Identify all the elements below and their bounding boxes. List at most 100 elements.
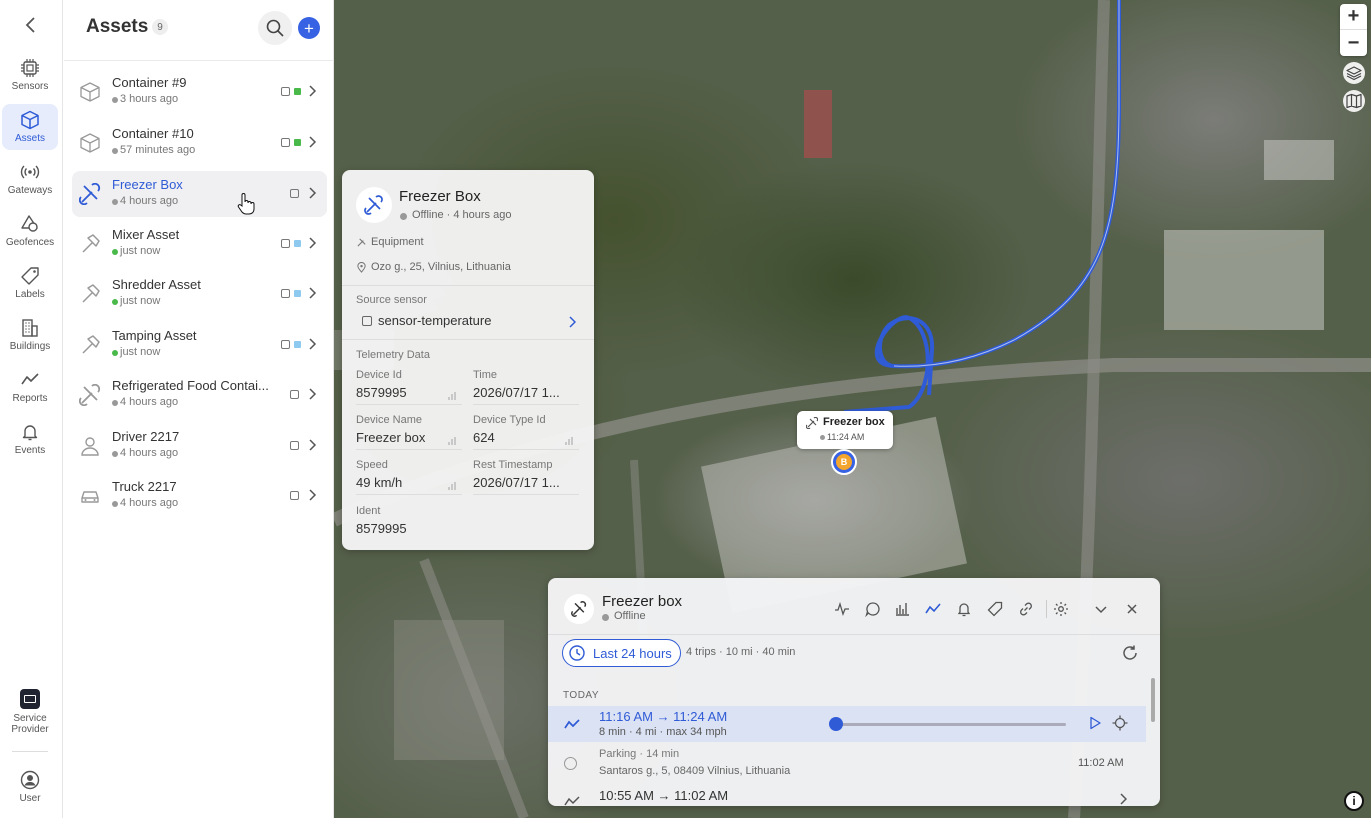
trip-summary: 4 trips · 10 mi · 40 min <box>686 646 796 658</box>
labels-tool-button[interactable] <box>986 600 1004 618</box>
trip-row[interactable]: 10:55 AM → 11:02 AM <box>548 787 1146 806</box>
page-title: Assets <box>86 16 149 37</box>
parking-address: Santaros g., 5, 08409 Vilnius, Lithuania <box>599 765 791 777</box>
source-sensor-name: sensor-temperature <box>378 313 492 328</box>
layers-button[interactable] <box>1343 62 1365 84</box>
asset-detail-popup: Freezer Box Offline · 4 hours ago Equipm… <box>342 170 594 550</box>
zoom-out-button[interactable]: − <box>1340 30 1367 56</box>
close-button[interactable] <box>1123 600 1141 618</box>
asset-name: Truck 2217 <box>112 479 177 494</box>
trip-card: Freezer box Offline Last 24 hours 4 trip… <box>548 578 1160 806</box>
chevron-right-icon <box>309 338 317 350</box>
asset-list-item[interactable]: Truck 2217 4 hours ago <box>72 473 327 519</box>
chip-icon <box>290 491 299 500</box>
nav-label: Sensors <box>11 81 49 92</box>
field-label: Device Id <box>356 369 402 381</box>
card-status: Offline <box>614 610 646 622</box>
asset-list-item[interactable]: Container #9 3 hours ago <box>72 69 327 115</box>
back-chevron-icon[interactable] <box>19 13 43 37</box>
bar-chart-icon[interactable] <box>448 481 458 491</box>
stats-tool-button[interactable] <box>893 600 911 618</box>
parking-row[interactable]: Parking · 14 min Santaros g., 5, 08409 V… <box>548 748 1146 784</box>
nav-gateways[interactable]: Gateways <box>2 156 58 202</box>
nav-assets[interactable]: Assets <box>2 104 58 150</box>
search-button[interactable] <box>258 11 292 45</box>
field-label: Device Type Id <box>473 414 546 426</box>
nav-sensors[interactable]: Sensors <box>2 52 58 98</box>
status-dot <box>112 501 118 507</box>
map-marker-end[interactable]: B <box>831 449 857 475</box>
telemetry-field: Device Type Id 624 <box>473 414 579 450</box>
bar-chart-icon[interactable] <box>448 391 458 401</box>
nav-reports[interactable]: Reports <box>2 364 58 410</box>
time-range-button[interactable]: Last 24 hours <box>562 639 681 667</box>
field-value: 2026/07/17 1... <box>473 475 579 495</box>
chevron-right-icon[interactable] <box>568 316 576 328</box>
nav-events[interactable]: Events <box>2 416 58 462</box>
status-dot <box>602 614 609 621</box>
telemetry-tool-button[interactable] <box>833 600 851 618</box>
playback-slider[interactable] <box>836 723 1066 726</box>
scrollbar[interactable] <box>1151 678 1155 722</box>
bar-chart-icon[interactable] <box>565 436 575 446</box>
asset-list-item[interactable]: Tamping Asset just now <box>72 322 327 368</box>
tools-icon <box>364 195 383 215</box>
telemetry-field: Rest Timestamp 2026/07/17 1... <box>473 459 579 495</box>
chip-icon <box>21 59 39 77</box>
status-dot <box>112 97 118 103</box>
trip-row-selected[interactable]: 11:16 AM → 11:24 AM 8 min · 4 mi · max 3… <box>548 706 1146 742</box>
trips-tool-button[interactable] <box>924 600 942 618</box>
category-text: Equipment <box>371 236 424 248</box>
asset-list-item[interactable]: Mixer Asset just now <box>72 221 327 267</box>
user-icon <box>20 770 40 790</box>
asset-list-item[interactable]: Freezer Box 4 hours ago <box>72 171 327 217</box>
asset-last-seen: 4 hours ago <box>120 447 179 459</box>
nav-geofences[interactable]: Geofences <box>2 208 58 254</box>
chip-icon <box>290 390 299 399</box>
add-asset-button[interactable]: + <box>298 17 320 39</box>
link-tool-button[interactable] <box>1017 600 1035 618</box>
asset-name: Freezer Box <box>112 177 183 192</box>
crosshair-icon[interactable] <box>1112 715 1128 731</box>
chip-icon <box>281 87 290 96</box>
messages-tool-button[interactable] <box>864 600 882 618</box>
field-value: 624 <box>473 430 579 450</box>
asset-list-item[interactable]: Container #10 57 minutes ago <box>72 120 327 166</box>
source-sensor-link[interactable]: sensor-temperature <box>362 313 491 328</box>
nav-buildings[interactable]: Buildings <box>2 312 58 358</box>
telemetry-field: Time 2026/07/17 1... <box>473 369 579 405</box>
asset-name: Driver 2217 <box>112 429 180 444</box>
status-dot <box>112 148 118 154</box>
nav-user[interactable]: User <box>2 764 58 810</box>
chip-icon <box>281 340 290 349</box>
alerts-tool-button[interactable] <box>955 600 973 618</box>
chevron-right-icon <box>309 439 317 451</box>
nav-label: Service <box>13 713 47 724</box>
status-indicator <box>294 341 301 348</box>
asset-list-item[interactable]: Refrigerated Food Contai... 4 hours ago <box>72 372 327 418</box>
field-label: Rest Timestamp <box>473 459 553 471</box>
chip-icon <box>290 189 299 198</box>
zoom-in-button[interactable]: + <box>1340 4 1367 30</box>
chat-bubble-icon <box>865 602 880 617</box>
nav-labels[interactable]: Labels <box>2 260 58 306</box>
map-type-button[interactable] <box>1343 90 1365 112</box>
chevron-right-icon <box>309 85 317 97</box>
broadcast-icon <box>20 165 40 179</box>
asset-name: Refrigerated Food Contai... <box>112 378 269 393</box>
playback-slider-handle[interactable] <box>829 717 843 731</box>
settings-button[interactable] <box>1052 600 1070 618</box>
refresh-icon[interactable] <box>1121 644 1139 662</box>
map-info-button[interactable]: i <box>1344 791 1364 811</box>
map-block <box>394 620 504 760</box>
asset-list-item[interactable]: Driver 2217 4 hours ago <box>72 423 327 469</box>
asset-list-item[interactable]: Shredder Asset just now <box>72 271 327 317</box>
divider <box>64 60 334 61</box>
asset-last-seen: 4 hours ago <box>120 195 179 207</box>
play-icon[interactable] <box>1088 716 1102 730</box>
status-dot <box>112 400 118 406</box>
nav-service-provider[interactable]: Service Provider <box>2 686 58 738</box>
service-provider-logo-icon <box>20 689 40 709</box>
bar-chart-icon[interactable] <box>448 436 458 446</box>
collapse-button[interactable] <box>1092 600 1110 618</box>
